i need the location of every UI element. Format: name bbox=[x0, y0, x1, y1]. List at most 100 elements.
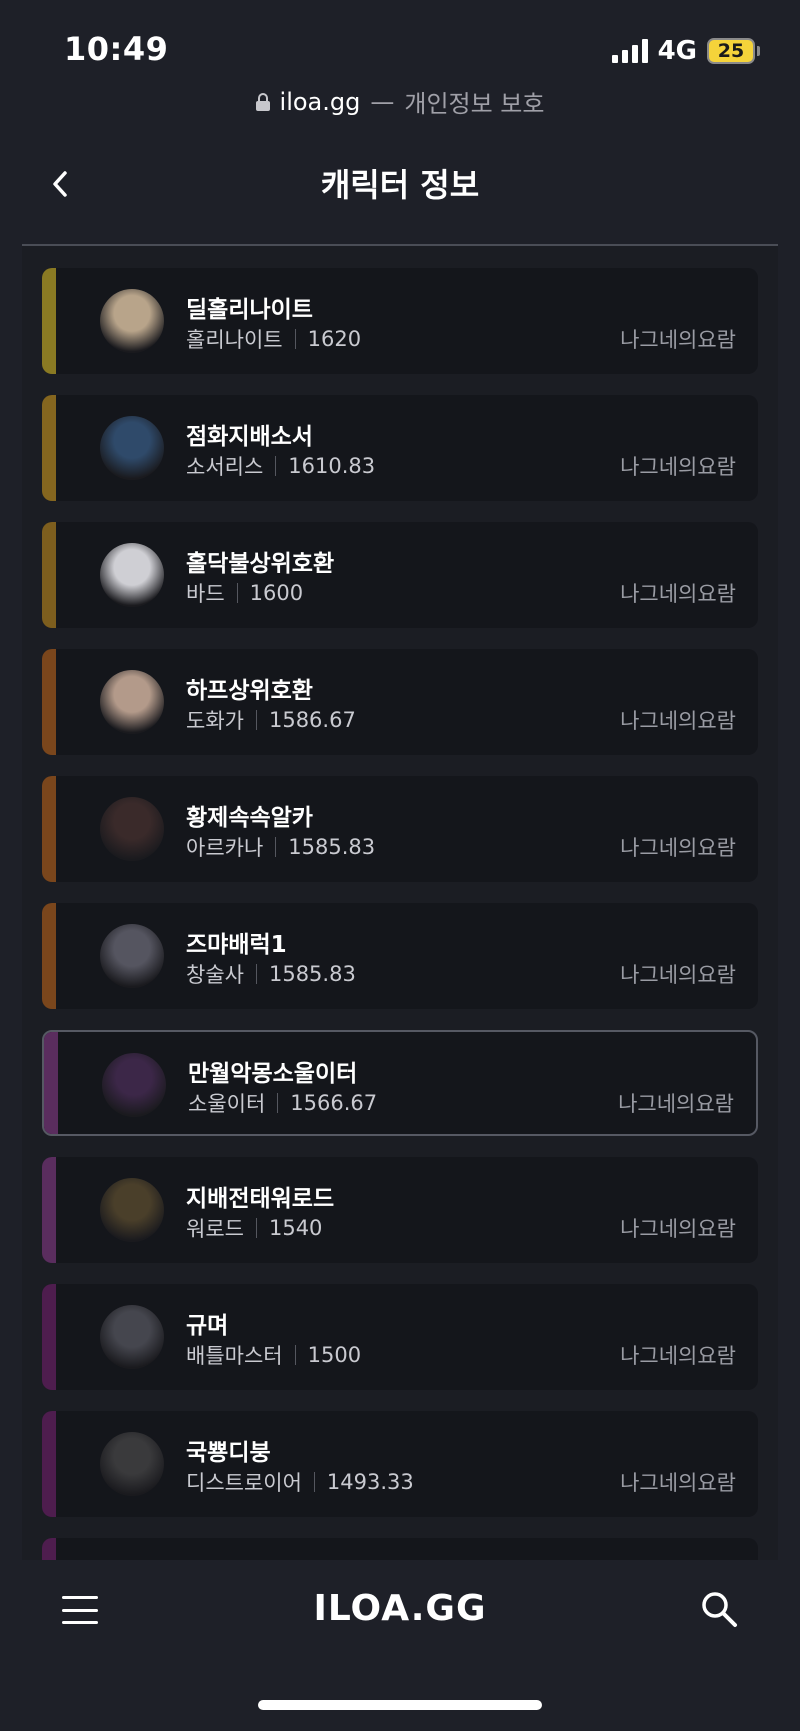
character-info: 워로드 1540 bbox=[186, 1213, 322, 1243]
character-class: 워로드 bbox=[186, 1217, 244, 1241]
character-item-level: 1540 bbox=[268, 1216, 323, 1240]
character-item-level: 1610.83 bbox=[288, 454, 376, 478]
character-card[interactable]: 규며 배틀마스터 1500 나그네의요람 bbox=[42, 1284, 758, 1390]
card-stripe bbox=[42, 1538, 56, 1560]
avatar bbox=[100, 543, 164, 607]
info-divider bbox=[236, 583, 238, 603]
character-item-level: 1585.83 bbox=[288, 835, 376, 859]
info-divider bbox=[255, 710, 257, 730]
avatar bbox=[100, 797, 164, 861]
character-info: 배틀마스터 1500 bbox=[186, 1340, 361, 1370]
avatar bbox=[100, 416, 164, 480]
character-info: 소울이터 1566.67 bbox=[188, 1088, 377, 1118]
search-button[interactable] bbox=[700, 1590, 738, 1628]
avatar bbox=[100, 289, 164, 353]
character-server: 나그네의요람 bbox=[620, 1217, 736, 1241]
info-divider bbox=[294, 1345, 296, 1365]
character-item-level: 1585.83 bbox=[268, 962, 356, 986]
character-list: 딜홀리나이트 홀리나이트 1620 나그네의요람 점화지배소서 소서리스 161… bbox=[22, 244, 778, 1560]
character-item-level: 1586.67 bbox=[268, 708, 356, 732]
signal-icon bbox=[611, 39, 648, 63]
url-separator: — bbox=[370, 87, 395, 116]
character-class: 배틀마스터 bbox=[186, 1344, 283, 1368]
search-icon bbox=[702, 1592, 737, 1627]
character-server: 나그네의요람 bbox=[620, 836, 736, 860]
character-server: 나그네의요람 bbox=[620, 963, 736, 987]
character-class: 디스트로이어 bbox=[186, 1471, 302, 1495]
url-domain: iloa.gg bbox=[279, 87, 361, 116]
info-divider bbox=[277, 1093, 279, 1113]
avatar bbox=[102, 1053, 166, 1117]
card-stripe bbox=[42, 776, 56, 882]
info-divider bbox=[294, 329, 296, 349]
character-server: 나그네의요람 bbox=[620, 709, 736, 733]
card-stripe bbox=[42, 1411, 56, 1517]
character-class: 도화가 bbox=[186, 709, 244, 733]
battery-icon: 25 bbox=[707, 38, 760, 64]
character-server: 나그네의요람 bbox=[620, 582, 736, 606]
character-card[interactable]: 황제속속알카 아르카나 1585.83 나그네의요람 bbox=[42, 776, 758, 882]
card-stripe bbox=[42, 1284, 56, 1390]
url-privacy-label: 개인정보 보호 bbox=[404, 90, 545, 118]
character-class: 바드 bbox=[186, 582, 225, 606]
character-server: 나그네의요람 bbox=[620, 1471, 736, 1495]
character-info: 창술사 1585.83 bbox=[186, 959, 356, 989]
status-bar: 10:49 4G 25 bbox=[0, 0, 800, 82]
character-card[interactable]: 하프상위호환 도화가 1586.67 나그네의요람 bbox=[42, 649, 758, 755]
character-card[interactable]: 홀닥불상위호환 바드 1600 나그네의요람 bbox=[42, 522, 758, 628]
character-name: 국뿅디붕 bbox=[186, 1440, 271, 1466]
character-card[interactable]: 지배전태워로드 워로드 1540 나그네의요람 bbox=[42, 1157, 758, 1263]
avatar bbox=[100, 670, 164, 734]
url-bar[interactable]: iloa.gg — 개인정보 보호 bbox=[0, 84, 800, 119]
character-item-level: 1500 bbox=[307, 1343, 362, 1367]
network-label: 4G bbox=[657, 36, 697, 66]
info-divider bbox=[255, 1218, 257, 1238]
character-server: 나그네의요람 bbox=[620, 455, 736, 479]
character-info: 도화가 1586.67 bbox=[186, 705, 356, 735]
character-class: 소울이터 bbox=[188, 1092, 266, 1116]
character-server: 나그네의요람 bbox=[618, 1092, 734, 1116]
character-info: 홀리나이트 1620 bbox=[186, 324, 361, 354]
character-name: 하프상위호환 bbox=[186, 678, 313, 704]
character-card[interactable]: 국뿅디붕 디스트로이어 1493.33 나그네의요람 bbox=[42, 1411, 758, 1517]
character-card[interactable]: 만월악몽소울이터 소울이터 1566.67 나그네의요람 bbox=[42, 1030, 758, 1136]
character-server: 나그네의요람 bbox=[620, 1344, 736, 1368]
character-card-partial[interactable] bbox=[42, 1538, 758, 1560]
home-indicator bbox=[258, 1700, 542, 1710]
card-stripe bbox=[42, 522, 56, 628]
character-card[interactable]: 즈먀배럭1 창술사 1585.83 나그네의요람 bbox=[42, 903, 758, 1009]
avatar bbox=[100, 1305, 164, 1369]
character-info: 아르카나 1585.83 bbox=[186, 832, 375, 862]
character-class: 창술사 bbox=[186, 963, 244, 987]
status-indicators: 4G 25 bbox=[611, 36, 760, 66]
character-name: 지배전태워로드 bbox=[186, 1186, 335, 1212]
character-info: 바드 1600 bbox=[186, 578, 303, 608]
character-info: 디스트로이어 1493.33 bbox=[186, 1467, 414, 1497]
character-name: 규며 bbox=[186, 1313, 229, 1339]
card-stripe bbox=[42, 1157, 56, 1263]
character-name: 딜홀리나이트 bbox=[186, 297, 313, 323]
info-divider bbox=[313, 1472, 315, 1492]
card-stripe bbox=[42, 903, 56, 1009]
character-item-level: 1566.67 bbox=[290, 1091, 378, 1115]
character-item-level: 1493.33 bbox=[326, 1470, 414, 1494]
character-item-level: 1600 bbox=[249, 581, 304, 605]
character-card[interactable]: 점화지배소서 소서리스 1610.83 나그네의요람 bbox=[42, 395, 758, 501]
page-title: 캐릭터 정보 bbox=[320, 166, 480, 204]
character-name: 즈먀배럭1 bbox=[186, 932, 287, 958]
character-name: 황제속속알카 bbox=[186, 805, 313, 831]
site-logo[interactable]: ILOA.GG bbox=[0, 1588, 800, 1629]
card-stripe bbox=[42, 268, 56, 374]
info-divider bbox=[275, 837, 277, 857]
status-time: 10:49 bbox=[64, 30, 169, 68]
character-name: 만월악몽소울이터 bbox=[188, 1061, 358, 1087]
info-divider bbox=[255, 964, 257, 984]
avatar bbox=[100, 1178, 164, 1242]
character-info: 소서리스 1610.83 bbox=[186, 451, 375, 481]
character-item-level: 1620 bbox=[307, 327, 362, 351]
character-card[interactable]: 딜홀리나이트 홀리나이트 1620 나그네의요람 bbox=[42, 268, 758, 374]
avatar bbox=[100, 1432, 164, 1496]
lock-icon bbox=[255, 92, 270, 111]
info-divider bbox=[275, 456, 277, 476]
character-class: 아르카나 bbox=[186, 836, 264, 860]
